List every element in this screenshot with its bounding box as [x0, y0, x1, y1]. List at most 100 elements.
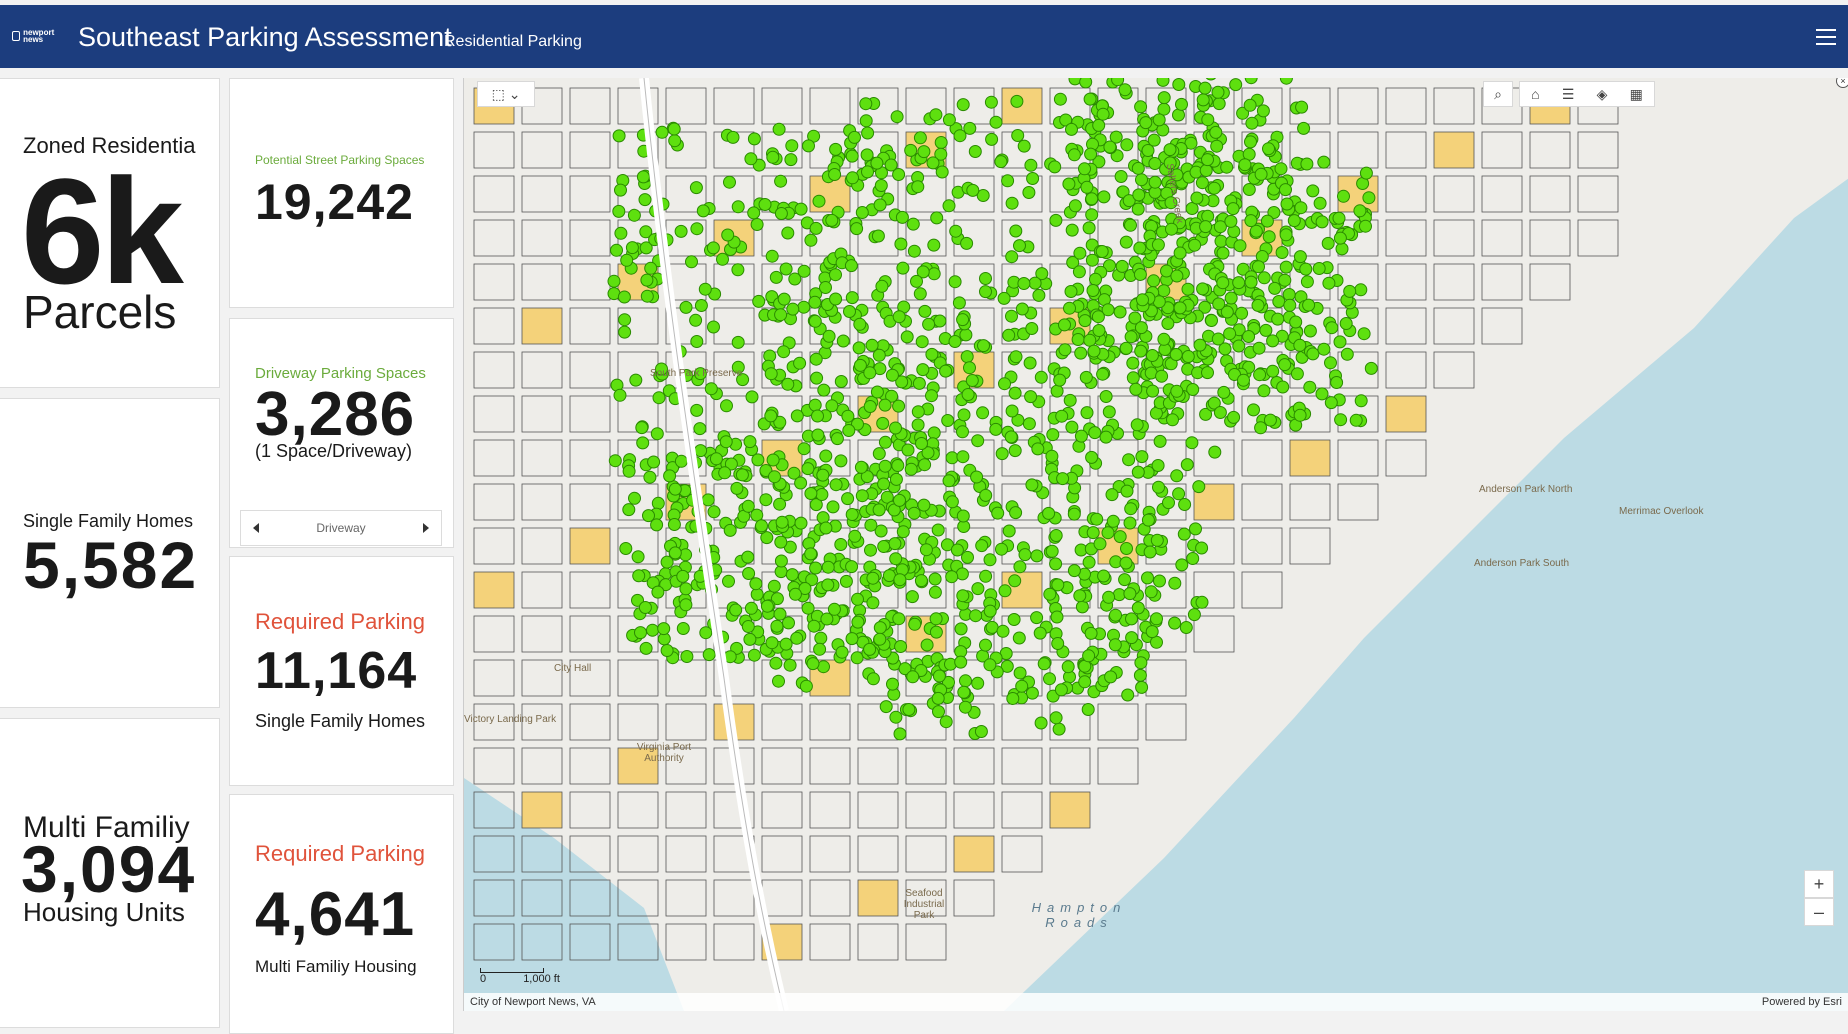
parcel-block [617, 835, 659, 873]
parking-point [989, 422, 1003, 436]
parking-point [758, 198, 772, 211]
basemap-gallery-icon[interactable]: ▦ [1630, 86, 1643, 103]
parking-point [945, 451, 959, 465]
parking-point [1262, 142, 1275, 156]
parking-point [1005, 309, 1018, 323]
legend-icon[interactable]: ☰ [1562, 86, 1575, 103]
parking-point [1294, 201, 1308, 215]
parking-point [1306, 184, 1320, 198]
parcel-block [857, 835, 899, 873]
powered-by-esri[interactable]: Powered by Esri [1762, 996, 1842, 1008]
parking-point [620, 253, 634, 267]
search-icon: ⌕ [1494, 85, 1502, 102]
parking-point [731, 335, 745, 349]
parking-point [804, 233, 818, 247]
parking-point [841, 409, 855, 423]
parking-point [613, 388, 627, 402]
parking-point [878, 435, 892, 449]
parking-point [859, 114, 873, 128]
parcel-block [617, 659, 659, 697]
parking-point [1213, 406, 1227, 419]
zoom-in-button[interactable]: + [1804, 870, 1834, 898]
parking-point [774, 554, 788, 568]
parking-point [1211, 332, 1225, 346]
parking-point [1097, 569, 1111, 583]
previous-arrow-icon[interactable] [253, 523, 259, 533]
parking-point [657, 622, 671, 636]
parking-point [954, 655, 968, 669]
parking-point [917, 145, 931, 159]
parking-point [1322, 276, 1336, 290]
parking-point [1080, 180, 1094, 194]
search-button[interactable]: ⌕ [1483, 81, 1513, 107]
parking-point [945, 495, 959, 509]
parking-point [1051, 578, 1065, 592]
zoom-out-button[interactable]: – [1804, 898, 1834, 926]
parking-point [889, 421, 902, 435]
parking-point [1032, 288, 1046, 302]
parking-point [1030, 549, 1044, 563]
parking-point [1181, 282, 1195, 296]
driveway-selector[interactable]: Driveway [240, 510, 442, 546]
parcel-block [1337, 483, 1379, 521]
map-view[interactable]: South Park Preserve Anderson Park North … [463, 78, 1848, 1011]
parking-point [1155, 369, 1169, 383]
parking-point [698, 282, 712, 296]
parking-point [834, 538, 848, 551]
parking-point [1178, 498, 1192, 511]
street-parking-card: Potential Street Parking Spaces 19,242 [229, 78, 454, 308]
parcel-block [473, 131, 515, 169]
parking-point [1359, 166, 1373, 180]
parcel-block [521, 395, 563, 433]
parcel-block [569, 131, 611, 169]
parking-point [1313, 196, 1327, 210]
close-icon[interactable]: × [1836, 78, 1848, 88]
menu-icon[interactable] [1816, 29, 1836, 45]
map-canvas[interactable] [464, 78, 1848, 1011]
parking-point [1063, 301, 1076, 315]
parking-point [979, 285, 992, 299]
parking-point [905, 590, 919, 604]
parcel-block [1481, 131, 1523, 169]
parking-point [1333, 231, 1347, 245]
parcels-label: Parcels [23, 286, 177, 338]
parking-point [788, 272, 802, 286]
parking-point [1125, 612, 1138, 626]
parking-point [1072, 265, 1086, 279]
parking-point [1008, 574, 1022, 588]
parking-point [1357, 327, 1371, 341]
parking-point [860, 148, 874, 162]
parking-point [730, 481, 744, 495]
parcel-block [569, 439, 611, 477]
parking-point [842, 424, 856, 437]
next-arrow-icon[interactable] [423, 523, 429, 533]
parking-point [806, 657, 820, 671]
parcel-block [905, 791, 947, 829]
parcel-block [473, 175, 515, 213]
parcel-block [521, 307, 563, 345]
parking-point [755, 519, 768, 533]
parking-point [731, 263, 745, 277]
parking-point [914, 574, 928, 588]
parcel-block [1337, 439, 1379, 477]
scale-zero: 0 [480, 973, 487, 985]
parking-point [1002, 524, 1016, 538]
parking-point [866, 672, 880, 686]
parking-point [1188, 238, 1202, 252]
parking-point [811, 409, 824, 423]
parking-point [772, 122, 786, 136]
parking-point [1210, 139, 1224, 153]
parcel-block [617, 703, 659, 741]
parking-point [1068, 199, 1082, 213]
parking-point [941, 414, 955, 427]
parcel-block [1337, 87, 1379, 125]
single-family-panel: Single Family Homes 5,582 [0, 398, 220, 708]
parking-point [643, 470, 657, 484]
parking-point [907, 244, 921, 258]
layers-icon[interactable]: ◈ [1597, 86, 1608, 103]
select-tool[interactable]: ⬚ ⌄ [477, 81, 535, 107]
parking-point [797, 300, 811, 314]
map-attribution: City of Newport News, VA [470, 996, 596, 1008]
parcel-block [713, 923, 755, 961]
home-icon[interactable]: ⌂ [1531, 86, 1539, 102]
